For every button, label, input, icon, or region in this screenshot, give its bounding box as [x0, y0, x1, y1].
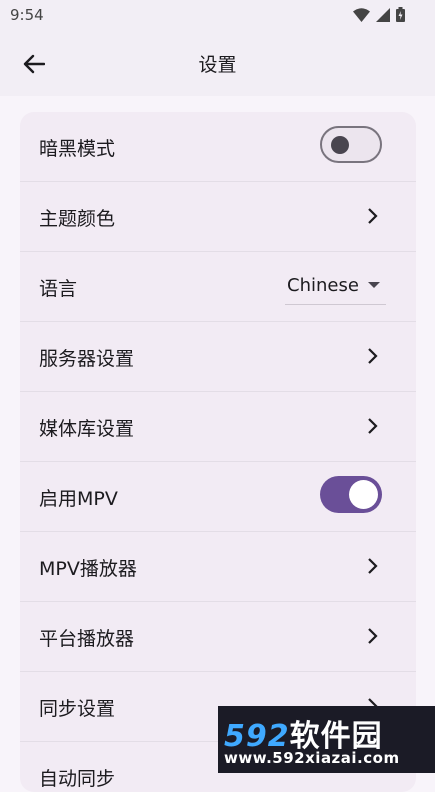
setting-label: 主题颜色 — [39, 208, 116, 230]
chevron-right-icon — [368, 628, 378, 644]
watermark-logo: 592软件园 www.592xiazai.com — [218, 706, 435, 773]
page-title: 设置 — [198, 54, 237, 76]
setting-mpv-player[interactable]: MPV播放器 — [20, 532, 416, 602]
signal-icon — [376, 7, 390, 22]
setting-label: 语言 — [39, 278, 78, 300]
chevron-right-icon — [368, 208, 378, 224]
setting-label: 同步设置 — [39, 698, 116, 720]
toggle-knob — [349, 480, 378, 509]
setting-label: 暗黑模式 — [39, 138, 116, 160]
chevron-right-icon — [368, 418, 378, 434]
chevron-right-icon — [368, 558, 378, 574]
battery-icon — [396, 7, 405, 22]
setting-dark-mode[interactable]: 暗黑模式 — [20, 112, 416, 182]
setting-language[interactable]: 语言 Chinese — [20, 252, 416, 322]
enable-mpv-toggle[interactable] — [320, 476, 382, 513]
setting-enable-mpv[interactable]: 启用MPV — [20, 462, 416, 532]
caret-down-icon — [368, 282, 380, 288]
setting-media-library[interactable]: 媒体库设置 — [20, 392, 416, 462]
setting-label: 媒体库设置 — [39, 418, 135, 440]
setting-label: MPV播放器 — [39, 558, 137, 580]
setting-label: 自动同步 — [39, 768, 116, 790]
status-icons — [353, 7, 405, 22]
settings-list: 暗黑模式 主题颜色 语言 Chinese 服务器设置 媒体库设置 启用MPV M… — [20, 112, 416, 792]
watermark-url: www.592xiazai.com — [224, 749, 400, 767]
setting-theme-color[interactable]: 主题颜色 — [20, 182, 416, 252]
status-bar: 9:54 — [0, 0, 435, 30]
setting-label: 平台播放器 — [39, 628, 135, 650]
chevron-right-icon — [368, 348, 378, 364]
dark-mode-toggle[interactable] — [320, 126, 382, 163]
setting-label: 服务器设置 — [39, 348, 135, 370]
setting-platform-player[interactable]: 平台播放器 — [20, 602, 416, 672]
setting-server[interactable]: 服务器设置 — [20, 322, 416, 392]
wifi-icon — [353, 7, 370, 22]
language-value: Chinese — [287, 275, 359, 296]
toggle-knob — [331, 136, 349, 154]
app-bar: 设置 — [0, 30, 435, 96]
status-time: 9:54 — [10, 6, 44, 24]
language-dropdown[interactable]: Chinese — [285, 268, 386, 305]
setting-label: 启用MPV — [39, 488, 118, 510]
